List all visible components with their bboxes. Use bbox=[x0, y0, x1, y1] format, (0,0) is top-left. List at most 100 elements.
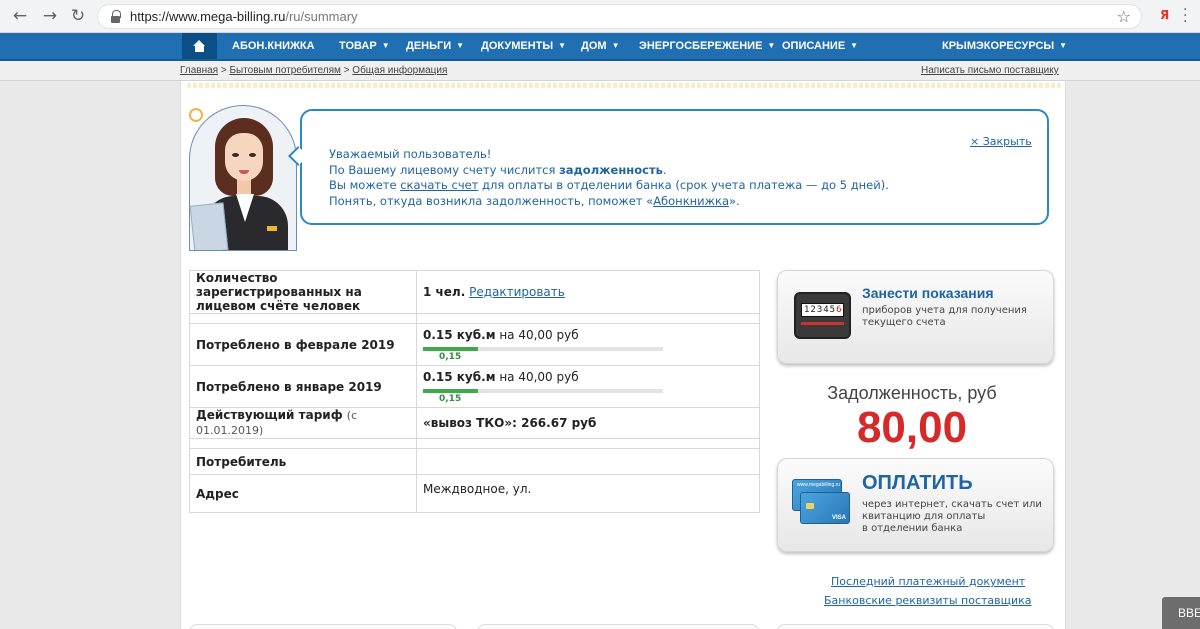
pay-card[interactable]: www.megabilling.ru VISA ОПЛАТИТЬ через и… bbox=[777, 458, 1054, 552]
loader-icon bbox=[189, 108, 203, 122]
consumption-label: Потреблено в феврале 2019 bbox=[189, 323, 417, 366]
forward-arrow-icon[interactable]: → bbox=[40, 6, 60, 26]
subtitle-line: квитанцию для оплаты bbox=[862, 511, 986, 522]
page-content: Уважаемый пользователь! По Вашему лицево… bbox=[180, 81, 1066, 629]
registered-value: 1 чел. bbox=[423, 285, 466, 299]
tariff-value: «вывоз ТКО»: 266.67 руб bbox=[423, 416, 597, 430]
breadcrumb-current[interactable]: Общая информация bbox=[352, 65, 447, 76]
write-supplier-link[interactable]: Написать письмо поставщику bbox=[921, 65, 1059, 76]
menu-item-documents[interactable]: ДОКУМЕНТЫ ▼ bbox=[481, 33, 566, 59]
spacer-cell bbox=[416, 313, 760, 324]
consumption-bar-value: 0,15 bbox=[439, 351, 462, 362]
debt-notice: Уважаемый пользователь! По Вашему лицево… bbox=[300, 109, 1049, 225]
table-row: Действующий тариф (с 01.01.2019) «вывоз … bbox=[189, 407, 760, 439]
credit-cards-icon: www.megabilling.ru VISA bbox=[792, 479, 850, 525]
credit-card-front: VISA bbox=[800, 492, 850, 524]
bank-details-link[interactable]: Банковские реквизиты поставщика bbox=[824, 594, 1032, 607]
assistant-avatar bbox=[189, 105, 297, 251]
consumption-bar-fill bbox=[423, 388, 479, 393]
chevron-down-icon: ▼ bbox=[767, 41, 776, 50]
debt-amount: 80,00 bbox=[856, 403, 968, 452]
enter-readings-card[interactable]: 123456 Занести показания приборов учета … bbox=[777, 270, 1054, 364]
breadcrumb: Главная > Бытовым потребителям > Общая и… bbox=[180, 65, 447, 76]
menu-item-energy-saving[interactable]: ЭНЕРГОСБЕРЕЖЕНИЕ ▼ bbox=[639, 33, 775, 59]
menu-item-money[interactable]: ДЕНЬГИ ▼ bbox=[406, 33, 464, 59]
edit-registered-link[interactable]: Редактировать bbox=[469, 285, 565, 299]
enter-readings-title: Занести показания bbox=[862, 285, 994, 301]
close-notice-button[interactable]: × Закрыть bbox=[970, 135, 1032, 148]
chevron-down-icon: ▼ bbox=[456, 41, 465, 50]
address-label: Адрес bbox=[189, 474, 417, 513]
card-brand: www.megabilling.ru bbox=[797, 482, 841, 488]
decorative-strip bbox=[187, 83, 1061, 88]
table-row: Адрес Междводное, ул. bbox=[189, 474, 760, 513]
menu-item-abon-book[interactable]: АБОН.КНИЖКА bbox=[232, 33, 315, 59]
card-network: VISA bbox=[831, 515, 846, 521]
avatar-badge bbox=[267, 226, 277, 231]
chevron-down-icon: ▼ bbox=[381, 41, 390, 50]
feedback-tab[interactable]: ВВЕ bbox=[1162, 597, 1200, 629]
avatar-eye bbox=[249, 153, 256, 157]
pay-subtitle: через интернет, скачать счет или квитанц… bbox=[862, 499, 1042, 535]
breadcrumb-home[interactable]: Главная bbox=[180, 65, 218, 76]
subtitle-line: приборов учета для получения bbox=[862, 305, 1027, 316]
download-bill-link[interactable]: скачать счет bbox=[400, 178, 478, 192]
menu-item-house[interactable]: ДОМ ▼ bbox=[581, 33, 619, 59]
menu-item-description[interactable]: ОПИСАНИЕ ▼ bbox=[782, 33, 858, 59]
table-spacer bbox=[189, 438, 760, 449]
consumption-amount: 0.15 куб.м bbox=[423, 369, 496, 384]
debt-label: Задолженность, руб bbox=[827, 383, 997, 403]
consumption-amount-line: 0.15 куб.м на 40,00 руб bbox=[423, 328, 753, 342]
notice-text: По Вашему лицевому счету числится bbox=[329, 162, 560, 177]
consumption-cost: на 40,00 руб bbox=[495, 369, 579, 384]
bookmark-star-icon[interactable]: ☆ bbox=[1117, 7, 1131, 26]
notice-text: Понять, откуда возникла задолженность, п… bbox=[329, 193, 654, 208]
spacer-cell bbox=[189, 438, 417, 449]
consumption-bar-fill bbox=[423, 346, 479, 351]
menu-item-label: АБОН.КНИЖКА bbox=[232, 40, 315, 52]
url-base: https://www.mega-billing.ru bbox=[130, 9, 286, 24]
meter-digits-value: 12345 bbox=[804, 305, 837, 315]
menu-item-label: ЭНЕРГОСБЕРЕЖЕНИЕ bbox=[639, 40, 763, 52]
consumer-value bbox=[416, 448, 760, 475]
reload-icon[interactable]: ↻ bbox=[68, 6, 88, 26]
address-value: Междводное, ул. bbox=[416, 474, 760, 513]
notice-text: для оплаты в отделении банка (срок учета… bbox=[478, 178, 889, 192]
breadcrumb-consumers[interactable]: Бытовым потребителям bbox=[229, 65, 340, 76]
address-bar[interactable]: https://www.mega-billing.ru/ru/summary ☆ bbox=[97, 4, 1142, 29]
tariff-value-cell: «вывоз ТКО»: 266.67 руб bbox=[416, 407, 760, 439]
subtitle-line: через интернет, скачать счет или bbox=[862, 499, 1042, 510]
table-row: Потреблено в январе 2019 0.15 куб.м на 4… bbox=[189, 365, 760, 408]
url-text[interactable]: https://www.mega-billing.ru/ru/summary bbox=[130, 9, 358, 24]
home-icon bbox=[193, 40, 206, 52]
abon-book-link[interactable]: Абонкнижка bbox=[653, 194, 729, 208]
consumption-bar bbox=[423, 388, 663, 393]
menu-item-label: ОПИСАНИЕ bbox=[782, 40, 846, 52]
registered-value-cell: 1 чел. Редактировать bbox=[416, 270, 760, 314]
yandex-extension-icon[interactable]: Я bbox=[1160, 8, 1169, 22]
menu-item-supplier[interactable]: КРЫМЭКОРЕСУРСЫ ▼ bbox=[942, 33, 1067, 59]
subtitle-line: в отделении банка bbox=[862, 523, 963, 534]
consumption-value-cell: 0.15 куб.м на 40,00 руб 0,15 bbox=[416, 365, 760, 408]
consumption-amount-line: 0.15 куб.м на 40,00 руб bbox=[423, 370, 753, 384]
consumer-label: Потребитель bbox=[189, 448, 417, 475]
menu-item-label: КРЫМЭКОРЕСУРСЫ bbox=[942, 40, 1055, 52]
notice-line-4: Понять, откуда возникла задолженность, п… bbox=[329, 194, 889, 210]
avatar-eye bbox=[232, 153, 239, 157]
table-spacer bbox=[189, 313, 760, 324]
chevron-down-icon: ▼ bbox=[1059, 41, 1068, 50]
home-button[interactable] bbox=[182, 33, 217, 59]
browser-menu-icon[interactable]: · · · bbox=[1183, 3, 1187, 29]
pay-title: ОПЛАТИТЬ bbox=[862, 472, 973, 494]
last-payment-document-link[interactable]: Последний платежный документ bbox=[831, 575, 1025, 588]
meter-icon: 123456 bbox=[794, 292, 851, 339]
consumption-label: Потреблено в январе 2019 bbox=[189, 365, 417, 408]
back-arrow-icon[interactable]: ← bbox=[10, 6, 30, 26]
url-path: /ru/summary bbox=[285, 9, 358, 24]
menu-item-goods[interactable]: ТОВАР ▼ bbox=[339, 33, 390, 59]
subtitle-line: текущего счета bbox=[862, 317, 946, 328]
menu-item-label: ДОМ bbox=[581, 40, 607, 52]
notice-text: Вы можете bbox=[329, 178, 401, 192]
card-chip bbox=[806, 503, 814, 509]
menu-item-label: ДОКУМЕНТЫ bbox=[481, 40, 554, 52]
